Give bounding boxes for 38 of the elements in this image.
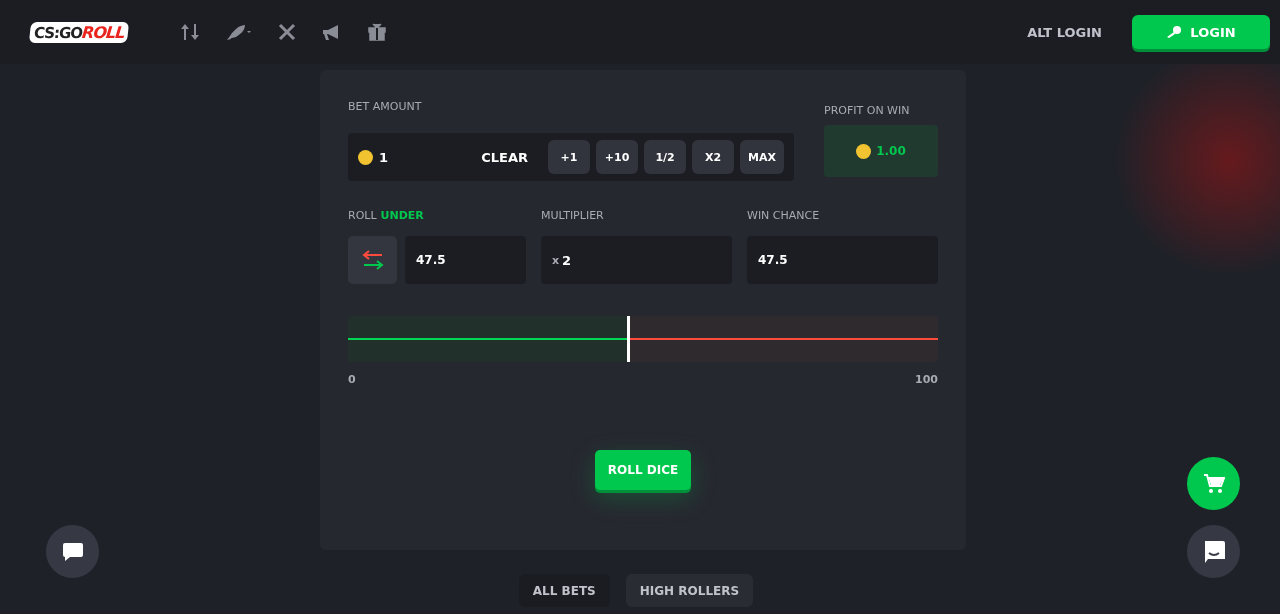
support-chat-button[interactable]	[1187, 525, 1240, 578]
alt-login-link[interactable]: ALT LOGIN	[1027, 24, 1102, 40]
logo[interactable]: CS:GOROLL	[28, 21, 130, 43]
profit-label: PROFIT ON WIN	[824, 104, 911, 117]
profit-value: 1.00	[876, 144, 906, 158]
shop-button[interactable]	[1187, 457, 1240, 510]
cart-icon	[1202, 473, 1225, 494]
speech-bubble-icon	[61, 541, 84, 562]
bet-adjust-button[interactable]: +10	[596, 140, 639, 174]
bets-tab[interactable]: ALL BETS	[518, 574, 610, 607]
bet-adjust-button[interactable]: X2	[692, 140, 735, 174]
bet-adjust-button[interactable]: MAX	[740, 140, 784, 174]
clear-button[interactable]: CLEAR	[481, 149, 529, 165]
roll-value-field[interactable]: 47.5	[405, 236, 526, 284]
bet-amount-label: BET AMOUNT	[348, 100, 423, 113]
bets-tab[interactable]: HIGH ROLLERS	[625, 574, 754, 607]
bet-adjust-button[interactable]: +1	[548, 140, 591, 174]
swap-arrows-icon	[361, 249, 384, 271]
win-chance-label: WIN CHANCE	[747, 209, 821, 222]
slider-handle[interactable]	[627, 316, 631, 362]
roll-label: ROLL	[348, 209, 377, 222]
roll-direction: UNDER	[380, 209, 424, 222]
bet-amount-field[interactable]: 1 CLEAR +1 +10 1/2 X2 MAX	[348, 133, 794, 181]
slider-max-label: 100	[915, 373, 938, 386]
coin-icon	[856, 143, 872, 159]
up-down-arrows-icon[interactable]	[180, 23, 201, 41]
slider-min-label: 0	[348, 373, 356, 386]
bet-adjust-button[interactable]: 1/2	[644, 140, 687, 174]
logo-text: CS:GO	[33, 23, 84, 41]
chat-button[interactable]	[46, 525, 99, 578]
swap-direction-button[interactable]	[348, 236, 397, 284]
logo-text: ROLL	[81, 22, 126, 42]
win-chance-field[interactable]: 47.5	[747, 236, 938, 284]
multiplier-field[interactable]: x 2	[541, 236, 732, 284]
gift-icon[interactable]	[368, 23, 387, 41]
roll-slider[interactable]	[348, 316, 938, 362]
multiplier-label: MULTIPLIER	[541, 209, 605, 222]
coin-icon	[358, 149, 373, 165]
